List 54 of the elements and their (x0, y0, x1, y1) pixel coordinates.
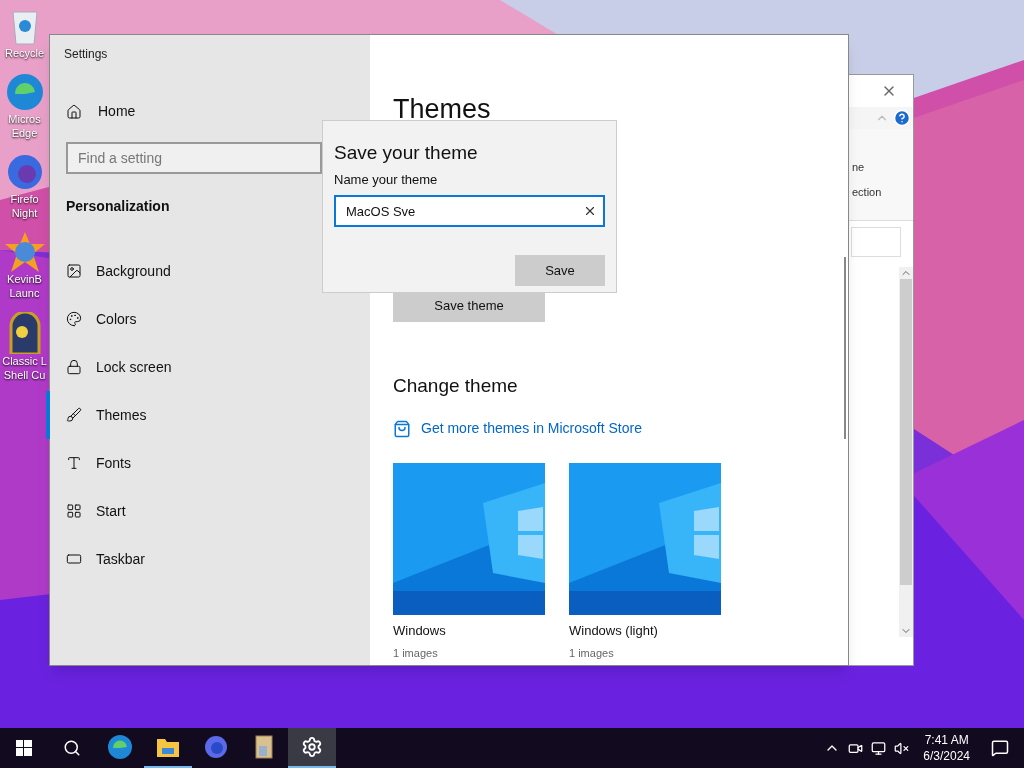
store-link[interactable]: Get more themes in Microsoft Store (393, 418, 848, 439)
nav-item[interactable]: Colors (46, 295, 370, 343)
desktop-icon-label: Edge (11, 126, 38, 140)
theme-image-count: 1 images (393, 645, 439, 661)
palette-icon (66, 311, 82, 327)
dialog-title: Save your theme (334, 141, 479, 165)
theme-name-field[interactable]: MacOS Sve (334, 195, 605, 227)
desktop-icon-label: Launc (9, 286, 40, 300)
network-icon[interactable] (871, 740, 887, 756)
nav-item[interactable]: Fonts (46, 439, 370, 487)
brush-icon (66, 407, 82, 423)
window-title: Settings (64, 46, 109, 63)
ribbon-label: ection (851, 184, 883, 200)
speech-bubble-icon (991, 739, 1009, 757)
clock[interactable]: 7:41 AM 6/3/2024 (917, 732, 976, 764)
desktop-icon-label: Night (11, 206, 38, 220)
help-icon[interactable] (893, 109, 911, 127)
speaker-muted-icon[interactable] (894, 740, 910, 756)
shopping-bag-icon (393, 419, 411, 438)
desktop-icon-label: Shell Cu (3, 368, 46, 382)
save-button[interactable]: Save (515, 255, 605, 286)
gear-icon (301, 736, 323, 758)
windows-logo-icon (16, 740, 32, 756)
desktop-icon-label: Micros (8, 112, 41, 126)
theme-name: Windows (light) (569, 622, 659, 640)
lock-icon (66, 359, 82, 375)
picture-frame-icon (66, 263, 82, 279)
theme-image-count: 1 images (569, 645, 615, 661)
ribbon-label: ne (851, 160, 866, 175)
desktop-icon-label: Recycle (4, 46, 45, 60)
desktop-icon-label: Classic L (2, 354, 47, 368)
home-icon (66, 103, 82, 120)
address-field[interactable] (851, 227, 901, 257)
section-heading: Change theme (393, 373, 519, 398)
search-field[interactable]: Find a setting (66, 142, 322, 174)
nav-item[interactable]: Taskbar (46, 535, 370, 583)
clear-icon[interactable] (583, 204, 597, 218)
page-title: Themes (393, 93, 492, 126)
search-icon (63, 739, 81, 757)
taskbar-app-button[interactable] (288, 728, 336, 768)
home-nav-item[interactable]: Home (66, 101, 370, 122)
theme-name: Windows (393, 622, 447, 640)
folder-icon (156, 736, 180, 758)
nav-item[interactable]: Start (46, 487, 370, 535)
scrollbar[interactable] (844, 257, 846, 439)
grid-icon (66, 503, 82, 519)
font-icon (66, 455, 82, 471)
desktop-icon-label: Firefo (10, 192, 39, 206)
nav-item[interactable]: Lock screen (46, 343, 370, 391)
taskbar-icon (66, 551, 82, 567)
desktop-icon-label: KevinB (7, 272, 42, 286)
sun-globe-icon[interactable] (4, 232, 45, 272)
field-label: Name your theme (334, 170, 439, 189)
section-heading: Personalization (66, 197, 170, 216)
